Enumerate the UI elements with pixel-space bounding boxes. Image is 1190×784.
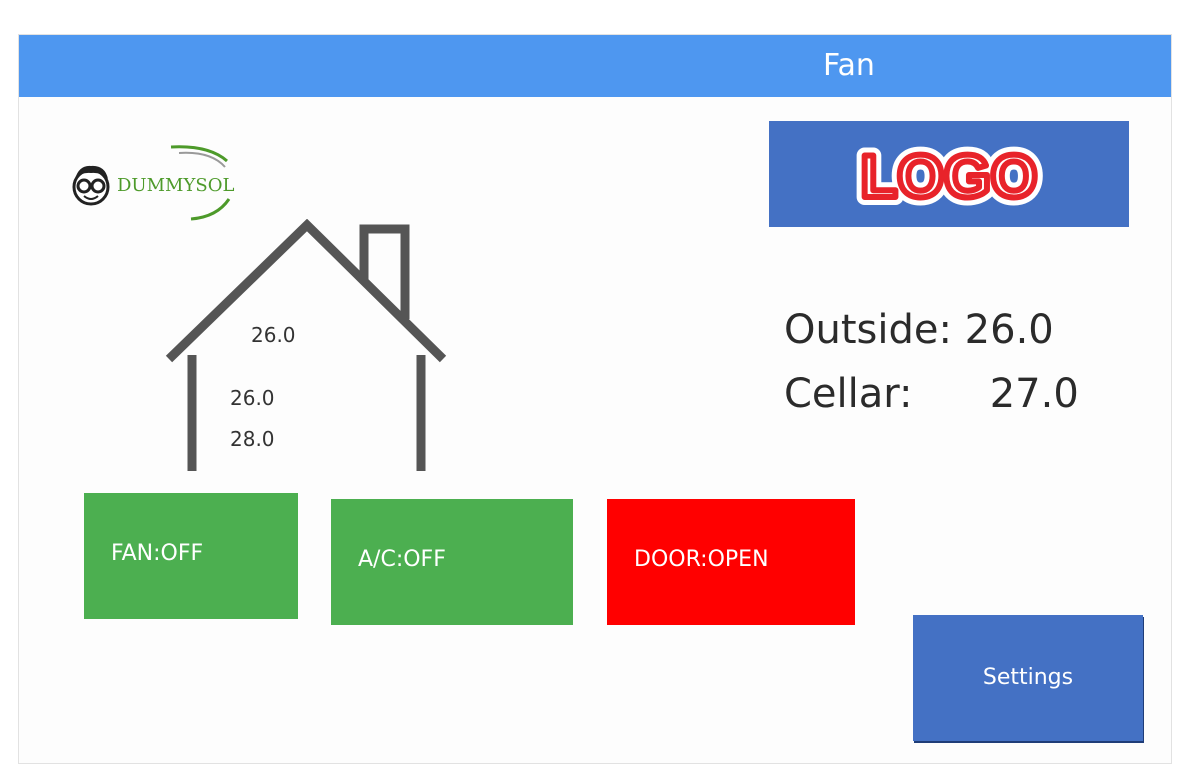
window-title: Fan	[823, 48, 875, 83]
brand-name: DUMMYSOL	[117, 176, 234, 196]
door-toggle-label: DOOR:OPEN	[634, 547, 769, 572]
ac-toggle-button[interactable]: A/C:OFF	[331, 499, 573, 625]
fan-toggle-label: FAN:OFF	[111, 541, 204, 566]
door-toggle-button[interactable]: DOOR:OPEN	[607, 499, 855, 625]
outside-reading: Outside: 26.0	[784, 307, 1054, 353]
logo-banner: LOGO LOGO	[769, 121, 1129, 227]
outside-label: Outside:	[784, 307, 952, 353]
cellar-reading: Cellar: 27.0	[784, 371, 1079, 417]
app-window: Fan DUMMYSOL LOGO LOGO 26.0 26.0 28.0 Ou…	[18, 34, 1172, 764]
cellar-label: Cellar:	[784, 371, 913, 417]
house-reading-low: 28.0	[230, 427, 275, 451]
house-reading-top: 26.0	[251, 323, 296, 347]
brand-name-last: SOL	[195, 175, 235, 196]
house-outline-icon	[165, 219, 447, 471]
fan-toggle-button[interactable]: FAN:OFF	[84, 493, 298, 619]
settings-button[interactable]: Settings	[913, 615, 1143, 741]
cellar-value: 27.0	[989, 371, 1079, 417]
brand-name-first: DUMMY	[117, 175, 196, 196]
title-bar: Fan	[19, 35, 1171, 97]
settings-button-label: Settings	[982, 665, 1074, 690]
svg-text:LOGO: LOGO	[861, 143, 1038, 210]
ac-toggle-label: A/C:OFF	[358, 547, 446, 572]
brand-logo: DUMMYSOL	[59, 139, 249, 229]
house-reading-mid: 26.0	[230, 386, 275, 410]
logo-image: LOGO LOGO	[853, 135, 1046, 218]
outside-value: 26.0	[964, 307, 1054, 353]
